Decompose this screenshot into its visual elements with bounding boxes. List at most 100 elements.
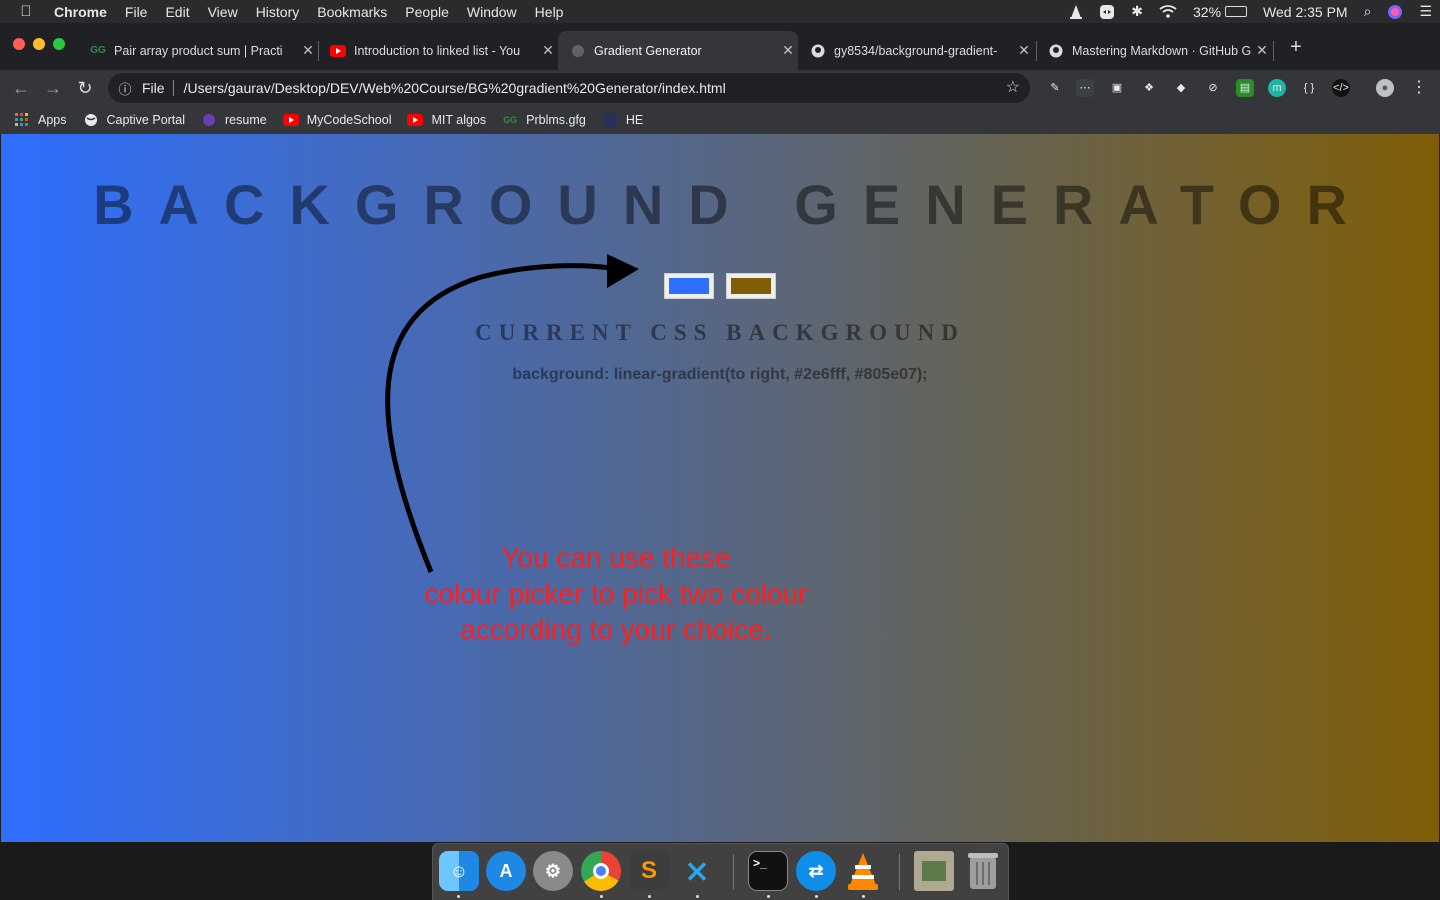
gfg-icon: GG <box>503 115 518 125</box>
terminal-icon[interactable]: >_ <box>748 851 788 891</box>
tab-mastering-markdown[interactable]: Mastering Markdown · GitHub G ✕ <box>1036 31 1272 70</box>
reload-icon[interactable]: ↻ <box>72 75 98 101</box>
menu-bookmarks[interactable]: Bookmarks <box>308 4 396 20</box>
info-icon[interactable]: ⓘ <box>108 79 142 98</box>
running-indicator <box>767 895 770 898</box>
bookmark-label: MyCodeSchool <box>306 113 392 127</box>
bookmark-captive-portal[interactable]: Captive Portal <box>83 112 185 128</box>
url-text[interactable]: /Users/gaurav/Desktop/DEV/Web%20Course/B… <box>184 80 726 96</box>
bookmark-mycodeschool[interactable]: MyCodeSchool <box>282 112 392 128</box>
menu-app-name[interactable]: Chrome <box>52 4 116 20</box>
trash-icon[interactable] <box>963 851 1003 891</box>
close-tab-icon[interactable]: ✕ <box>1252 42 1272 59</box>
notification-center-icon[interactable]: ☰ <box>1411 3 1440 20</box>
tab-pair-array[interactable]: GG Pair array product sum | Practi ✕ <box>78 31 318 70</box>
bookmark-mit-algos[interactable]: MIT algos <box>407 112 486 128</box>
close-window-button[interactable] <box>13 38 25 50</box>
system-preferences-icon[interactable]: ⚙ <box>533 851 573 891</box>
bookmark-label: MIT algos <box>431 113 487 127</box>
tab-separator <box>1273 41 1274 61</box>
tab-title: Mastering Markdown · GitHub G <box>1072 43 1252 58</box>
annotation-line-2: colour picker to pick two colour <box>424 578 808 609</box>
dropbox-extension-icon[interactable]: ❖ <box>1140 79 1158 97</box>
menu-file[interactable]: File <box>116 4 157 20</box>
gfg-icon: GG <box>90 45 106 56</box>
gradient-page: BACKGROUND GENERATOR CURRENT CSS BACKGRO… <box>1 134 1439 842</box>
resume-icon <box>201 112 217 128</box>
apps-grid-icon <box>14 112 30 128</box>
tab-github-repo[interactable]: gy8534/background-gradient- ✕ <box>798 31 1034 70</box>
bookmark-resume[interactable]: resume <box>201 112 267 128</box>
bookmark-star-icon[interactable]: ☆ <box>1006 77 1020 97</box>
scheme-label: File <box>142 80 174 96</box>
bookmark-apps[interactable]: Apps <box>14 112 67 128</box>
globe-icon <box>83 112 99 128</box>
current-css-heading: CURRENT CSS BACKGROUND <box>475 320 965 345</box>
close-tab-icon[interactable]: ✕ <box>778 42 798 59</box>
color-picker-2[interactable] <box>726 273 776 299</box>
menu-people[interactable]: People <box>396 4 458 20</box>
layers-extension-icon[interactable]: ◆ <box>1172 79 1190 97</box>
vlc-status-icon[interactable] <box>1061 4 1091 20</box>
tab-linked-list[interactable]: Introduction to linked list - You ✕ <box>318 31 558 70</box>
siri-icon[interactable] <box>1379 4 1411 20</box>
tab-title: gy8534/background-gradient- <box>834 43 998 58</box>
finder-icon[interactable]: ☺ <box>439 851 479 891</box>
profile-avatar-icon[interactable]: ● <box>1376 79 1394 97</box>
m-extension-icon[interactable]: m <box>1268 79 1286 97</box>
sublime-text-icon[interactable]: S <box>629 851 669 891</box>
bookmark-label: Prblms.gfg <box>526 113 586 127</box>
bookmark-he[interactable]: HE <box>602 112 643 128</box>
color-picker-1[interactable] <box>664 273 714 299</box>
youtube-icon <box>330 43 346 59</box>
wifi-icon[interactable] <box>1151 5 1185 18</box>
apple-icon[interactable]:  <box>0 3 52 20</box>
chrome-menu-icon[interactable]: ⋮ <box>1410 79 1428 97</box>
pen-extension-icon[interactable]: ✎ <box>1046 79 1064 97</box>
code-extension-icon[interactable]: </> <box>1332 79 1350 97</box>
bookmark-label: Apps <box>38 113 67 127</box>
color-swatch-1 <box>669 278 709 294</box>
chrome-icon[interactable] <box>581 851 621 891</box>
clock[interactable]: Wed 2:35 PM <box>1255 4 1356 20</box>
tab-title: Pair array product sum | Practi <box>114 43 283 58</box>
battery-status[interactable]: 32% <box>1185 4 1255 20</box>
dots-extension-icon[interactable]: ⋯ <box>1076 79 1094 97</box>
running-indicator <box>600 895 603 898</box>
running-indicator <box>648 895 651 898</box>
maximize-window-button[interactable] <box>53 38 65 50</box>
address-bar[interactable]: ⓘ File /Users/gaurav/Desktop/DEV/Web%20C… <box>108 73 1030 103</box>
github-icon <box>1048 43 1064 59</box>
tab-gradient-generator[interactable]: Gradient Generator ✕ <box>558 31 798 70</box>
camera-extension-icon[interactable]: ▣ <box>1108 79 1126 97</box>
bluetooth-icon[interactable]: ✱ <box>1123 3 1151 20</box>
tab-title: Introduction to linked list - You <box>354 43 521 58</box>
bookmark-prblms-gfg[interactable]: GG Prblms.gfg <box>502 112 586 128</box>
browser-toolbar: ← → ↻ ⓘ File /Users/gaurav/Desktop/DEV/W… <box>0 70 1440 106</box>
menu-help[interactable]: Help <box>526 4 573 20</box>
app-store-icon[interactable]: A <box>486 851 526 891</box>
forward-arrow-icon[interactable]: → <box>40 75 66 101</box>
back-arrow-icon[interactable]: ← <box>8 75 34 101</box>
close-tab-icon[interactable]: ✕ <box>538 42 558 59</box>
new-tab-button[interactable]: + <box>1284 35 1308 59</box>
vlc-icon[interactable] <box>843 851 883 891</box>
photo-icon[interactable] <box>914 851 954 891</box>
chat-extension-icon[interactable]: ▤ <box>1236 79 1254 97</box>
minimize-window-button[interactable] <box>33 38 45 50</box>
teamviewer-icon[interactable]: ⇄ <box>796 851 836 891</box>
close-tab-icon[interactable]: ✕ <box>1014 42 1034 59</box>
menu-view[interactable]: View <box>199 4 247 20</box>
bookmark-label: HE <box>625 113 644 127</box>
menu-edit[interactable]: Edit <box>156 4 198 20</box>
spotlight-search-icon[interactable]: ⌕ <box>1356 3 1380 20</box>
braces-extension-icon[interactable]: { } <box>1300 79 1318 97</box>
globe-icon <box>570 43 586 59</box>
close-tab-icon[interactable]: ✕ <box>298 42 318 59</box>
vscode-icon[interactable]: ⨯ <box>677 851 717 891</box>
teamviewer-status-icon[interactable] <box>1091 4 1123 20</box>
menu-window[interactable]: Window <box>458 4 526 20</box>
annotation-line-3: according to your choice. <box>460 614 772 645</box>
menu-history[interactable]: History <box>247 4 309 20</box>
block-extension-icon[interactable]: ⊘ <box>1204 79 1222 97</box>
